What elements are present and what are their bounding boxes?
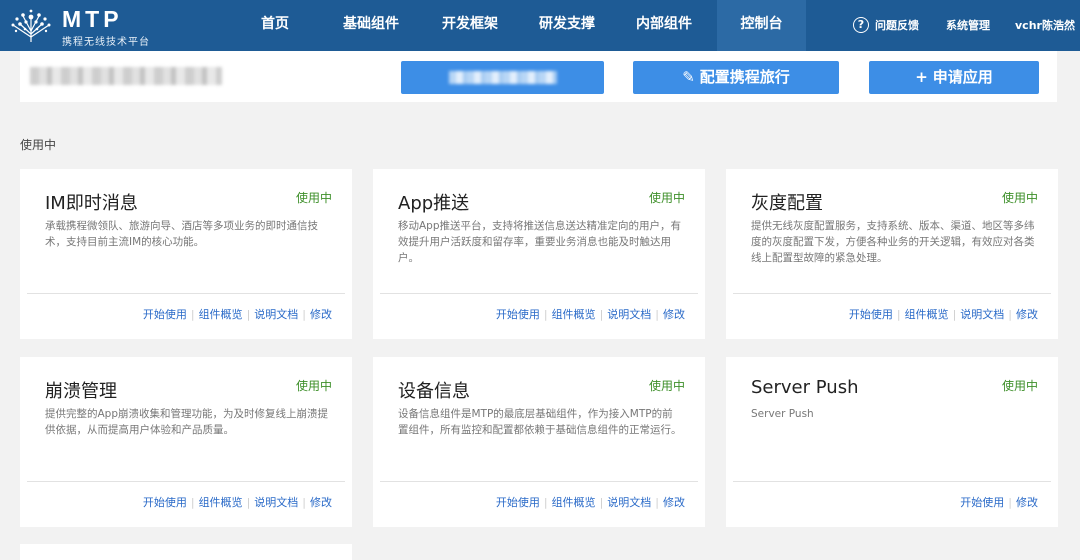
status-badge: 使用中 [1001, 379, 1038, 393]
component-card-device-info: 设备信息 使用中 设备信息组件是MTP的最底层基础组件，作为接入MTP的前置组件… [373, 357, 705, 527]
component-card-server-push: Server Push 使用中 Server Push 开始使用 | 修改 [726, 357, 1058, 527]
app-selector-button[interactable] [401, 61, 604, 94]
overview-link[interactable]: 组件概览 [552, 308, 596, 321]
card-actions: 开始使用 | 组件概览 | 说明文档 | 修改 [495, 496, 685, 509]
edit-icon: ✎ [682, 68, 695, 86]
card-divider [733, 293, 1051, 294]
card-divider [380, 481, 698, 482]
docs-link[interactable]: 说明文档 [960, 308, 1004, 321]
configure-app-label: 配置携程旅行 [699, 68, 790, 86]
tree-network-icon [11, 9, 51, 42]
start-using-link[interactable]: 开始使用 [960, 496, 1004, 509]
app-header-panel: ✎ 配置携程旅行 + 申请应用 [20, 51, 1057, 102]
edit-link[interactable]: 修改 [310, 308, 332, 321]
admin-link[interactable]: 系统管理 [946, 0, 990, 51]
card-divider [27, 293, 345, 294]
status-badge: 使用中 [648, 379, 685, 393]
card-title: Server Push [751, 377, 859, 398]
docs-link[interactable]: 说明文档 [254, 308, 298, 321]
component-card-gray-config: 灰度配置 使用中 提供无线灰度配置服务，支持系统、版本、渠道、地区等多纬度的灰度… [726, 169, 1058, 339]
card-description: 承载携程微领队、旅游向导、酒店等多项业务的即时通信技术，支持目前主流IM的核心功… [45, 220, 318, 248]
card-description: 设备信息组件是MTP的最底层基础组件，作为接入MTP的前置组件，所有监控和配置都… [398, 408, 682, 436]
start-using-link[interactable]: 开始使用 [143, 496, 187, 509]
docs-link[interactable]: 说明文档 [254, 496, 298, 509]
card-title: 灰度配置 [751, 193, 823, 214]
edit-link[interactable]: 修改 [1016, 308, 1038, 321]
overview-link[interactable]: 组件概览 [552, 496, 596, 509]
section-in-use-label: 使用中 [20, 138, 57, 152]
card-title: IM即时消息 [45, 193, 138, 214]
card-divider [380, 293, 698, 294]
status-badge: 使用中 [295, 191, 332, 205]
card-actions: 开始使用 | 修改 [960, 496, 1038, 509]
feedback-link[interactable]: ? 问题反馈 [853, 0, 919, 51]
edit-link[interactable]: 修改 [310, 496, 332, 509]
card-title: 崩溃管理 [45, 381, 117, 402]
nav-home[interactable]: 首页 [235, 0, 315, 51]
start-using-link[interactable]: 开始使用 [496, 308, 540, 321]
user-menu[interactable]: vchr陈浩然 [1015, 0, 1075, 51]
card-description: Server Push [751, 408, 814, 420]
component-card-app-push: App推送 使用中 移动App推送平台，支持将推送信息送达精准定向的用户，有效提… [373, 169, 705, 339]
start-using-link[interactable]: 开始使用 [496, 496, 540, 509]
start-using-link[interactable]: 开始使用 [143, 308, 187, 321]
brand-title: MTP [62, 6, 123, 32]
card-description: 提供无线灰度配置服务，支持系统、版本、渠道、地区等多纬度的灰度配置下发，方便各种… [751, 220, 1035, 264]
edit-link[interactable]: 修改 [663, 308, 685, 321]
card-actions: 开始使用 | 组件概览 | 说明文档 | 修改 [495, 308, 685, 321]
edit-link[interactable]: 修改 [1016, 496, 1038, 509]
mtp-logo[interactable]: MTP 携程无线技术平台 [8, 5, 178, 48]
blurred-button-label [448, 71, 557, 84]
component-card-crash: 崩溃管理 使用中 提供完整的App崩溃收集和管理功能，为及时修复线上崩溃提供依据… [20, 357, 352, 527]
nav-console[interactable]: 控制台 [717, 0, 806, 51]
question-icon: ? [853, 17, 869, 33]
docs-link[interactable]: 说明文档 [607, 308, 651, 321]
card-actions: 开始使用 | 组件概览 | 说明文档 | 修改 [142, 496, 332, 509]
card-description: 移动App推送平台，支持将推送信息送达精准定向的用户，有效提升用户活跃度和留存率… [398, 220, 682, 264]
card-description: 提供完整的App崩溃收集和管理功能，为及时修复线上崩溃提供依据，从而提高用户体验… [45, 408, 329, 436]
apply-app-button[interactable]: + 申请应用 [869, 61, 1039, 94]
status-badge: 使用中 [295, 379, 332, 393]
apply-app-label: 申请应用 [932, 68, 993, 86]
overview-link[interactable]: 组件概览 [905, 308, 949, 321]
card-title: 设备信息 [398, 381, 470, 402]
component-card-im: IM即时消息 使用中 承载携程微领队、旅游向导、酒店等多项业务的即时通信技术，支… [20, 169, 352, 339]
status-badge: 使用中 [1001, 191, 1038, 205]
brand-subtitle: 携程无线技术平台 [62, 37, 150, 48]
nav-dev-support[interactable]: 研发支撑 [522, 0, 612, 51]
edit-link[interactable]: 修改 [663, 496, 685, 509]
card-title: App推送 [398, 193, 470, 214]
overview-link[interactable]: 组件概览 [199, 496, 243, 509]
docs-link[interactable]: 说明文档 [607, 496, 651, 509]
card-actions: 开始使用 | 组件概览 | 说明文档 | 修改 [142, 308, 332, 321]
card-divider [733, 481, 1051, 482]
nav-dev-framework[interactable]: 开发框架 [425, 0, 515, 51]
feedback-label: 问题反馈 [875, 19, 919, 32]
start-using-link[interactable]: 开始使用 [849, 308, 893, 321]
component-card-partial [20, 544, 352, 560]
overview-link[interactable]: 组件概览 [199, 308, 243, 321]
status-badge: 使用中 [648, 191, 685, 205]
top-navbar: MTP 携程无线技术平台 首页 基础组件 开发框架 研发支撑 内部组件 控制台 … [0, 0, 1080, 51]
app-name-blurred [30, 67, 222, 85]
configure-app-button[interactable]: ✎ 配置携程旅行 [633, 61, 839, 94]
card-actions: 开始使用 | 组件概览 | 说明文档 | 修改 [848, 308, 1038, 321]
nav-base-components[interactable]: 基础组件 [325, 0, 417, 51]
plus-icon: + [915, 68, 928, 86]
nav-internal-components[interactable]: 内部组件 [619, 0, 709, 51]
card-divider [27, 481, 345, 482]
